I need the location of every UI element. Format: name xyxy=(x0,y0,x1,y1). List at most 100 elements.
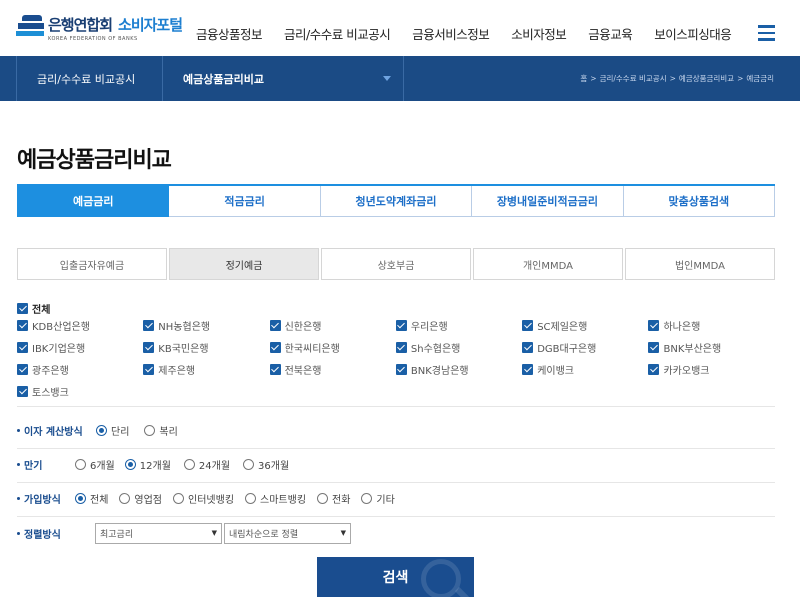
radio-selected-icon xyxy=(96,424,107,436)
bank-checkbox[interactable]: NH농협은행 xyxy=(143,318,269,333)
logo-portal-name: 소비자포털 xyxy=(118,16,183,34)
subtab-demand-deposit[interactable]: 입출금자유예금 xyxy=(17,248,167,280)
checkbox-checked-icon xyxy=(648,342,660,353)
join-branch-radio[interactable]: 영업점 xyxy=(119,491,162,506)
breadcrumb-section[interactable]: 금리/수수료 비교공시 xyxy=(600,73,667,84)
site-logo[interactable]: 은행연합회 소비자포털 KOREA FEDERATION OF BANKS xyxy=(16,8,183,48)
join-other-radio[interactable]: 기타 xyxy=(361,491,395,506)
interest-compound-radio[interactable]: 복리 xyxy=(144,423,178,438)
checkbox-checked-icon xyxy=(395,364,407,375)
bank-checkbox[interactable]: SC제일은행 xyxy=(522,318,648,333)
hamburger-icon[interactable] xyxy=(758,25,775,41)
join-all-radio[interactable]: 전체 xyxy=(75,491,108,506)
bank-checkbox[interactable]: 제주은행 xyxy=(143,362,269,377)
checkbox-checked-icon xyxy=(269,342,281,353)
sort-field-select[interactable]: 최고금리 ▼ xyxy=(95,522,222,544)
interest-method-label: 이자 계산방식 xyxy=(17,423,96,438)
join-smart-label: 스마트뱅킹 xyxy=(260,494,307,506)
bank-checkbox[interactable]: IBK기업은행 xyxy=(17,340,143,355)
bank-checkbox[interactable]: 케이뱅크 xyxy=(522,362,648,377)
bank-checkbox[interactable]: 카카오뱅크 xyxy=(648,362,774,377)
bank-label: 우리은행 xyxy=(410,322,448,333)
checkbox-checked-icon xyxy=(17,320,28,331)
tab-youth-leap-account[interactable]: 청년도약계좌금리 xyxy=(320,186,473,217)
radio-empty-icon xyxy=(119,492,131,504)
caret-down-icon[interactable] xyxy=(383,76,391,81)
gnb-item-education[interactable]: 금융교육 xyxy=(588,24,633,43)
chevron-down-icon: ▼ xyxy=(211,529,217,537)
gnb-item-voice-phishing[interactable]: 보이스피싱대응 xyxy=(654,24,732,43)
join-all-label: 전체 xyxy=(90,494,109,506)
interest-simple-radio[interactable]: 단리 xyxy=(96,423,129,438)
radio-empty-icon xyxy=(144,424,156,436)
bank-checkbox[interactable]: DGB대구은행 xyxy=(522,340,648,355)
checkbox-checked-icon xyxy=(395,320,407,331)
breadcrumb-page[interactable]: 예금상품금리비교 xyxy=(679,73,734,84)
term-36m-radio[interactable]: 36개월 xyxy=(243,457,289,472)
bank-checkbox[interactable]: Sh수협은행 xyxy=(395,340,522,355)
bank-label: 토스뱅크 xyxy=(32,388,69,399)
search-button[interactable]: 검색 xyxy=(317,557,474,597)
gnb-item-services[interactable]: 금융서비스정보 xyxy=(412,24,490,43)
gnb-item-consumer-info[interactable]: 소비자정보 xyxy=(511,24,567,43)
bank-checkbox[interactable]: 전북은행 xyxy=(269,362,396,377)
join-phone-radio[interactable]: 전화 xyxy=(317,491,350,506)
bank-checkbox[interactable]: KB국민은행 xyxy=(143,340,269,355)
gnb-item-rate-compare[interactable]: 금리/수수료 비교공시 xyxy=(284,24,391,43)
radio-selected-icon xyxy=(124,458,136,470)
bank-checkbox[interactable]: KDB산업은행 xyxy=(17,318,143,333)
tab-savings-rate[interactable]: 적금금리 xyxy=(169,186,321,217)
checkbox-checked-icon xyxy=(395,342,407,353)
checkbox-checked-icon xyxy=(17,342,28,353)
divider xyxy=(17,482,775,483)
subtab-personal-mmda[interactable]: 개인MMDA xyxy=(473,248,623,280)
gnb-item-products[interactable]: 금융상품정보 xyxy=(196,24,263,43)
subtab-time-deposit[interactable]: 정기예금 xyxy=(169,248,319,280)
bank-checkbox[interactable]: 토스뱅크 xyxy=(17,384,143,399)
bank-checkbox[interactable]: BNK경남은행 xyxy=(395,362,522,377)
bank-label: KDB산업은행 xyxy=(32,322,90,333)
join-method-label-text: 가입방식 xyxy=(24,494,61,506)
join-smart-radio[interactable]: 스마트뱅킹 xyxy=(245,491,306,506)
page-title: 예금상품금리비교 xyxy=(17,148,172,173)
checkbox-checked-icon xyxy=(143,342,155,353)
bank-checkbox-grid: KDB산업은행 NH농협은행 신한은행 우리은행 SC제일은행 하나은행 IBK… xyxy=(17,318,757,399)
divider xyxy=(17,406,775,407)
subnav-current-dropdown[interactable]: 예금상품금리비교 xyxy=(163,56,404,101)
bank-label: 제주은행 xyxy=(158,366,196,377)
bank-checkbox[interactable]: 우리은행 xyxy=(395,318,522,333)
bank-checkbox[interactable]: 하나은행 xyxy=(648,318,774,333)
term-24m-radio[interactable]: 24개월 xyxy=(183,457,230,472)
join-internet-radio[interactable]: 인터넷뱅킹 xyxy=(173,491,234,506)
checkbox-checked-icon xyxy=(143,320,155,331)
bank-checkbox[interactable]: BNK부산은행 xyxy=(648,340,774,355)
radio-empty-icon xyxy=(361,492,373,504)
checkbox-checked-icon xyxy=(269,364,281,375)
bank-label: 광주은행 xyxy=(32,366,69,377)
subnav-section[interactable]: 금리/수수료 비교공시 xyxy=(16,56,163,101)
tab-custom-search[interactable]: 맞춤상품검색 xyxy=(623,186,776,217)
bank-checkbox[interactable]: 한국씨티은행 xyxy=(269,340,396,355)
tab-deposit-rate[interactable]: 예금금리 xyxy=(17,186,170,217)
checkbox-checked-icon xyxy=(17,386,28,397)
tab-soldier-savings[interactable]: 장병내일준비적금금리 xyxy=(472,186,624,217)
bank-federation-logo-icon xyxy=(16,13,46,43)
sort-order-select[interactable]: 내림차순으로 정렬 ▼ xyxy=(224,522,351,544)
bank-label: 케이뱅크 xyxy=(537,366,574,377)
bank-label: IBK기업은행 xyxy=(32,344,86,355)
sort-order-value: 내림차순으로 정렬 xyxy=(229,529,299,540)
breadcrumb-current: 예금금리 xyxy=(746,74,774,83)
checkbox-checked-icon xyxy=(17,303,28,314)
bank-label: BNK부산은행 xyxy=(663,344,722,355)
interest-compound-label: 복리 xyxy=(159,426,178,438)
subtab-corporate-mmda[interactable]: 법인MMDA xyxy=(625,248,775,280)
breadcrumb-home[interactable]: 홈 xyxy=(580,73,587,84)
term-6m-radio[interactable]: 6개월 xyxy=(75,457,115,472)
bank-checkbox[interactable]: 광주은행 xyxy=(17,362,143,377)
bank-checkbox[interactable]: 신한은행 xyxy=(269,318,396,333)
deposit-type-tabs: 입출금자유예금 정기예금 상호부금 개인MMDA 법인MMDA xyxy=(17,248,775,280)
term-12m-radio[interactable]: 12개월 xyxy=(124,457,171,472)
logo-english-name: KOREA FEDERATION OF BANKS xyxy=(48,36,138,42)
all-banks-checkbox[interactable]: 전체 xyxy=(17,301,50,316)
subtab-mutual-installment[interactable]: 상호부금 xyxy=(321,248,471,280)
